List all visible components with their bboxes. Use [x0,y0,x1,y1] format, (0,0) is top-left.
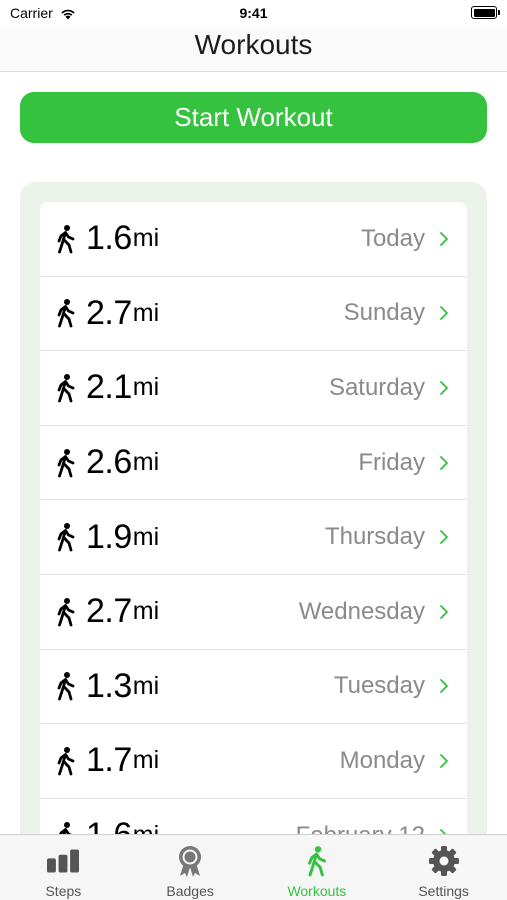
distance-value: 1.6 [86,219,132,258]
workouts-card: 1.6 mi Today 2.7 mi Sunday 2.1 mi Saturday [20,182,487,852]
tab-workouts[interactable]: Workouts [254,835,381,900]
walking-icon [54,595,78,629]
battery-icon [471,6,500,19]
walking-icon [54,669,78,703]
page-title: Workouts [194,29,313,60]
workout-day: Today [360,224,425,252]
chevron-right-icon [439,304,453,322]
badge-icon [174,845,206,877]
chevron-right-icon [439,379,453,397]
chevron-right-icon [439,230,453,248]
workout-row[interactable]: 2.1 mi Saturday [40,351,467,426]
distance-unit: mi [132,373,160,402]
distance-unit: mi [132,522,160,551]
workout-day: Sunday [343,299,425,327]
workout-row[interactable]: 2.7 mi Wednesday [40,575,467,650]
start-workout-button[interactable]: Start Workout [20,92,487,143]
distance-unit: mi [132,671,160,700]
navigation-bar: Workouts [0,28,507,72]
distance-value: 1.3 [86,666,132,705]
distance-value: 2.7 [86,293,132,332]
workout-day: Wednesday [298,597,425,625]
gear-icon [428,845,460,877]
chevron-right-icon [439,603,453,621]
walking-icon [54,296,78,330]
tab-bar: Steps Badges Workouts Settings [0,834,507,900]
chevron-right-icon [439,528,453,546]
distance-value: 1.9 [86,517,132,556]
distance-unit: mi [132,224,160,253]
distance-value: 1.7 [86,741,132,780]
workout-list[interactable]: 1.6 mi Today 2.7 mi Sunday 2.1 mi Saturday [40,202,467,852]
walking-icon [54,744,78,778]
tab-steps[interactable]: Steps [0,835,127,900]
distance-value: 2.7 [86,592,132,631]
tab-label: Badges [166,883,214,899]
distance-unit: mi [132,597,160,626]
workout-row[interactable]: 1.6 mi Today [40,202,467,277]
bar-chart-icon [47,845,80,877]
walking-icon [54,371,78,405]
status-bar: Carrier 9:41 [0,0,507,28]
status-time: 9:41 [239,5,268,21]
walking-icon [54,520,78,554]
workout-row[interactable]: 2.7 mi Sunday [40,277,467,352]
walking-icon [301,845,333,877]
walking-icon [54,446,78,480]
workout-day: Friday [358,448,425,476]
chevron-right-icon [439,454,453,472]
tab-badges[interactable]: Badges [127,835,254,900]
workout-row[interactable]: 1.7 mi Monday [40,724,467,799]
workout-row[interactable]: 2.6 mi Friday [40,426,467,501]
distance-unit: mi [132,746,160,775]
tab-label: Settings [418,883,469,899]
distance-value: 2.6 [86,443,132,482]
workout-row[interactable]: 1.3 mi Tuesday [40,650,467,725]
tab-label: Workouts [287,883,347,899]
distance-value: 2.1 [86,368,132,407]
tab-label: Steps [45,883,82,899]
chevron-right-icon [439,677,453,695]
workout-day: Thursday [324,523,425,551]
walking-icon [54,222,78,256]
workout-day: Monday [339,746,425,774]
tab-settings[interactable]: Settings [380,835,507,900]
workout-day: Saturday [328,373,425,401]
distance-unit: mi [132,448,160,477]
workout-row[interactable]: 1.9 mi Thursday [40,500,467,575]
distance-unit: mi [132,298,160,327]
workout-day: Tuesday [333,672,425,700]
chevron-right-icon [439,752,453,770]
